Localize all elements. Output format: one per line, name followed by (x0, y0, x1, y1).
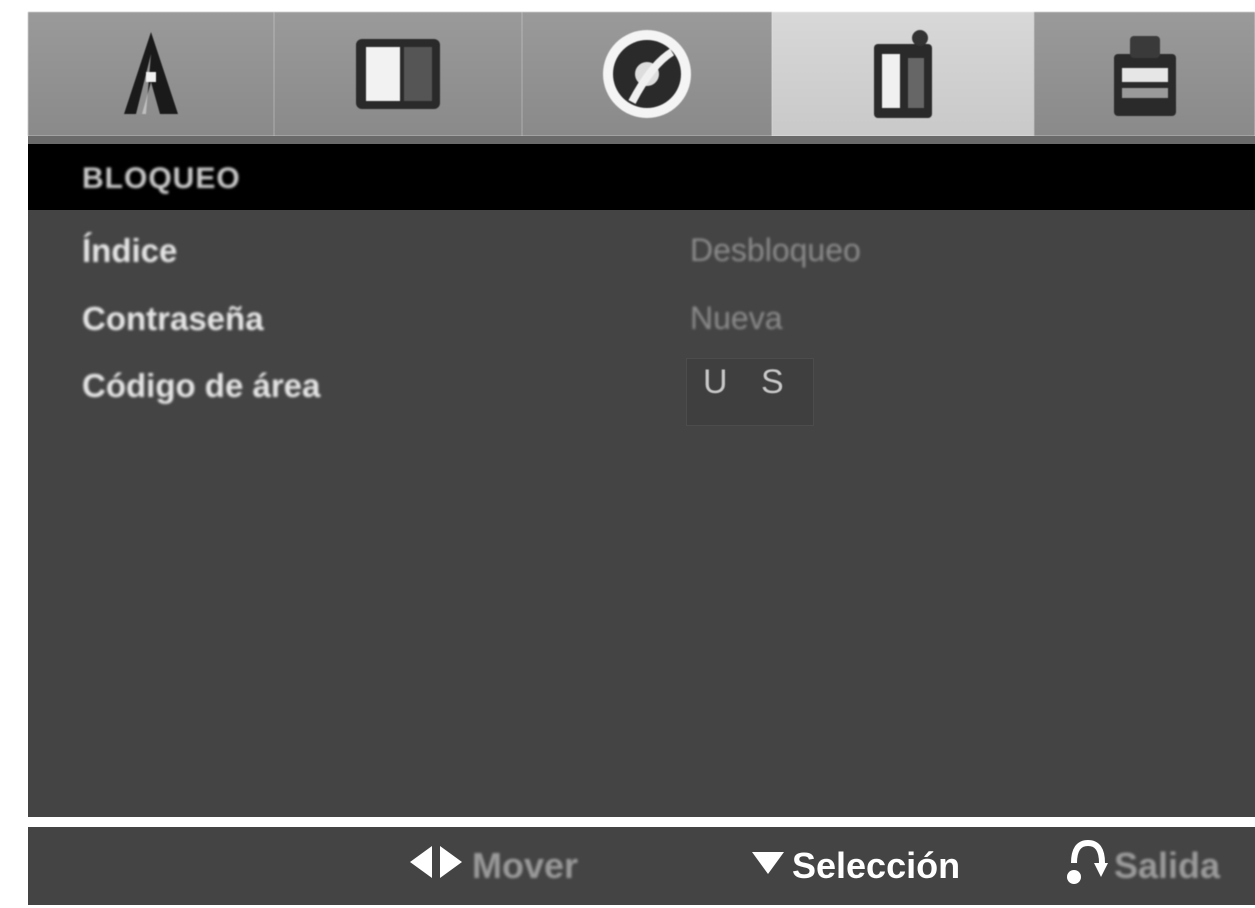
hint-move: Mover (406, 827, 578, 905)
tab-audio[interactable] (28, 12, 274, 136)
area-code-field[interactable]: U S (686, 358, 814, 426)
section-title: BLOQUEO (82, 162, 241, 195)
tab-others[interactable] (1034, 12, 1255, 136)
area-code-value: U S (703, 363, 796, 401)
display-icon (348, 29, 448, 119)
return-icon (1064, 837, 1108, 896)
others-icon (1100, 24, 1190, 124)
footer-separator (28, 817, 1255, 827)
down-arrow-icon (750, 845, 786, 887)
row-value-index[interactable]: Desbloqueo (690, 232, 861, 269)
hint-select: Selección (750, 827, 960, 905)
section-header: BLOQUEO (28, 144, 1255, 210)
menu-tabs (28, 12, 1255, 136)
setup-menu-screen: BLOQUEO Índice Desbloqueo Contraseña Nue… (28, 12, 1255, 905)
hint-exit: Salida (1064, 827, 1220, 905)
row-label-index[interactable]: Índice (82, 232, 177, 270)
tab-underline (28, 136, 1255, 144)
hint-exit-label: Salida (1114, 845, 1221, 886)
footer-bar: Mover Selección Salida (28, 827, 1255, 905)
lock-icon (858, 24, 948, 124)
left-right-arrows-icon (406, 842, 466, 891)
speaker-icon (106, 24, 196, 124)
hint-select-label: Selección (792, 845, 961, 886)
tab-display[interactable] (274, 12, 522, 136)
tab-lock[interactable] (772, 12, 1034, 136)
settings-panel: Índice Desbloqueo Contraseña Nueva Códig… (28, 210, 1255, 817)
tab-disc[interactable] (522, 12, 772, 136)
row-label-password[interactable]: Contraseña (82, 300, 264, 338)
disc-icon (592, 24, 702, 124)
row-label-area-code[interactable]: Código de área (82, 367, 320, 405)
hint-move-label: Mover (472, 845, 579, 886)
row-value-password[interactable]: Nueva (690, 300, 783, 337)
